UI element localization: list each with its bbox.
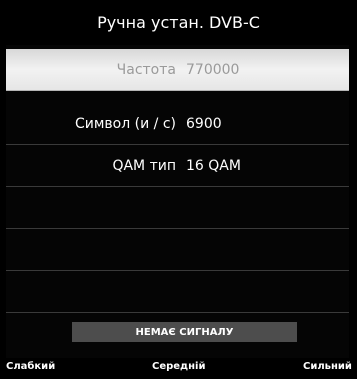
settings-panel: Частота 770000 Символ (и / с) 6900 QAM т… [6,45,349,358]
screen-title: Ручна устан. DVB-C [0,0,357,45]
signal-status-bar: НЕМАЄ СИГНАЛУ [72,322,297,342]
signal-strong-label: Сильний [303,361,352,372]
empty-row [6,229,349,271]
symbol-rate-value[interactable]: 6900 [186,103,222,144]
empty-row [6,187,349,229]
symbol-rate-label: Символ (и / с) [75,115,176,132]
empty-row [6,271,349,313]
signal-medium-label: Середній [152,361,206,372]
frequency-label: Частота [116,61,176,78]
qam-type-label: QAM тип [112,157,176,174]
frequency-row[interactable]: Частота 770000 [6,49,349,91]
qam-type-row[interactable]: QAM тип 16 QAM [6,145,349,187]
dvb-c-manual-setup-screen: Ручна устан. DVB-C Частота 770000 Символ… [0,0,357,379]
signal-status-text: НЕМАЄ СИГНАЛУ [135,326,234,338]
signal-weak-label: Слабкий [6,361,56,372]
qam-type-value[interactable]: 16 QAM [186,145,241,186]
screen-title-text: Ручна устан. DVB-C [97,13,260,32]
symbol-rate-row[interactable]: Символ (и / с) 6900 [6,103,349,145]
frequency-value[interactable]: 770000 [186,49,239,90]
